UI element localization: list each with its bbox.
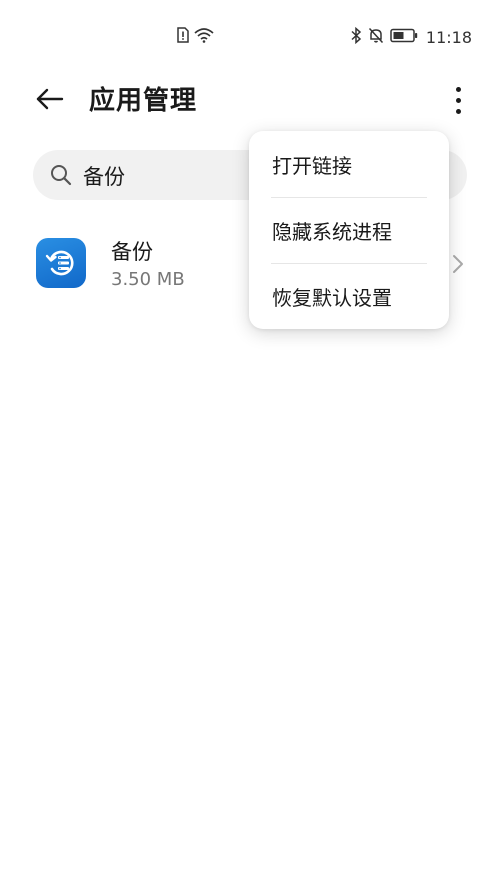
menu-item-label: 隐藏系统进程 <box>272 220 392 244</box>
app-name: 备份 <box>111 240 153 264</box>
status-time: 11:18 <box>425 28 472 47</box>
menu-item-label: 打开链接 <box>272 154 352 178</box>
more-vertical-icon <box>455 86 461 92</box>
menu-item-label: 恢复默认设置 <box>272 286 392 310</box>
more-options-button[interactable] <box>444 80 472 120</box>
menu-item-open-links[interactable]: 打开链接 <box>249 131 449 197</box>
wifi-icon <box>194 27 214 47</box>
battery-icon <box>390 28 418 47</box>
sim-alert-icon <box>176 27 190 47</box>
bluetooth-icon <box>350 26 362 48</box>
more-dot <box>455 108 461 114</box>
page-title: 应用管理 <box>89 86 198 116</box>
search-query-text: 备份 <box>83 165 125 189</box>
header: 应用管理 <box>0 74 500 126</box>
backup-app-icon <box>36 238 86 288</box>
overflow-menu: 打开链接 隐藏系统进程 恢复默认设置 <box>249 131 449 329</box>
app-management-screen: 11:18 应用管理 备份 备份 3.50 MB 打开链接 隐藏系统进程 恢复默… <box>0 0 500 880</box>
status-bar: 11:18 <box>0 0 500 74</box>
status-left-icons <box>176 27 214 47</box>
back-arrow-icon <box>34 87 64 115</box>
back-button[interactable] <box>30 82 68 120</box>
status-right: 11:18 <box>350 26 472 48</box>
more-dot <box>455 97 461 103</box>
app-size: 3.50 MB <box>111 269 185 290</box>
chevron-right-icon <box>451 252 465 276</box>
mute-icon <box>368 27 384 48</box>
menu-item-restore-defaults[interactable]: 恢复默认设置 <box>249 263 449 329</box>
menu-item-hide-system-processes[interactable]: 隐藏系统进程 <box>249 197 449 263</box>
search-icon <box>49 163 73 187</box>
